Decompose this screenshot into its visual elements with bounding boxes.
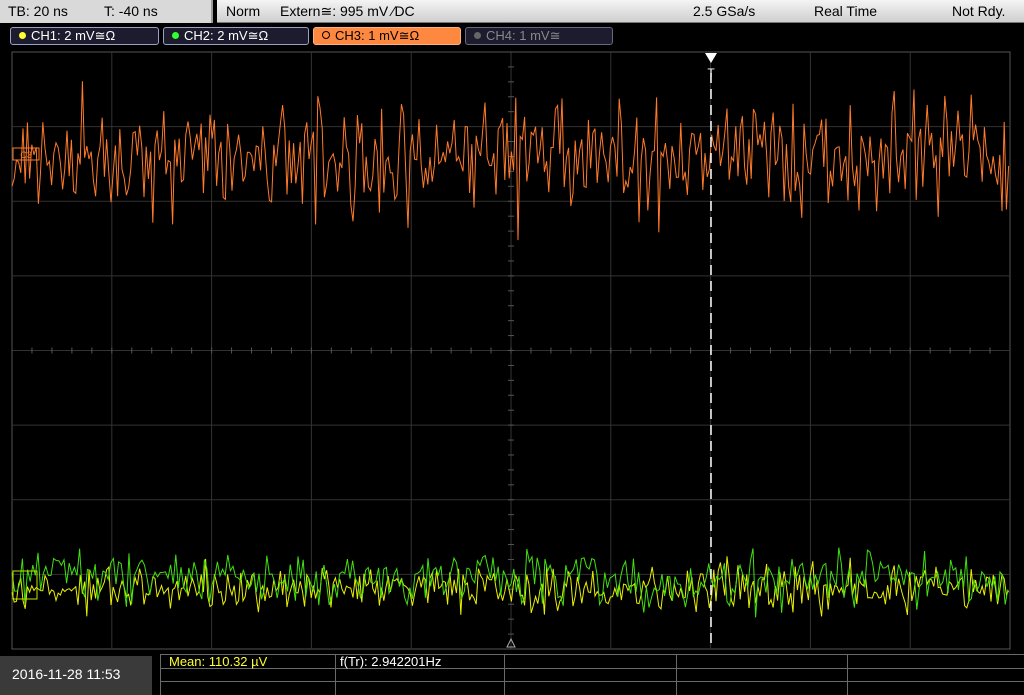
trigger-mode[interactable]: Norm: [226, 0, 260, 23]
channel-tabs: CH1: 2 mV≅Ω CH2: 2 mV≅Ω CH3: 1 mV≅Ω CH4:…: [0, 23, 1024, 49]
trigger-t-icon: T: [707, 66, 715, 80]
meas-divider: [160, 668, 1024, 669]
meas-divider: [160, 654, 161, 695]
meas-divider: [335, 654, 336, 695]
meas-divider: [160, 654, 1024, 655]
trigger-offset-value[interactable]: T: -40 ns: [104, 0, 158, 23]
acquisition-mode[interactable]: Real Time: [814, 0, 877, 23]
timebase-value[interactable]: TB: 20 ns: [8, 0, 68, 23]
mean-measurement[interactable]: Mean: 110.32 µV: [169, 654, 267, 669]
tab-ch3[interactable]: CH3: 1 mV≅Ω: [313, 27, 461, 45]
ch2-label: CH2: 2 mV≅Ω: [184, 28, 269, 43]
trigger-source[interactable]: Extern≅: 995 mV ∕DC: [280, 0, 415, 23]
ch4-label: CH4: 1 mV≅: [486, 28, 561, 43]
ready-status: Not Rdy.: [952, 3, 1006, 19]
ch1-dot-icon: [19, 32, 26, 39]
ch1-label: CH1: 2 mV≅Ω: [31, 28, 116, 43]
ch2-dot-icon: [172, 32, 179, 39]
sample-rate[interactable]: 2.5 GSa/s: [693, 0, 755, 23]
meas-divider: [676, 654, 677, 695]
meas-divider: [504, 654, 505, 695]
frequency-measurement[interactable]: f(Tr): 2.942201Hz: [340, 654, 441, 669]
status-bar: Norm Extern≅: 995 mV ∕DC 2.5 GSa/s Real …: [217, 0, 1024, 23]
ch4-dot-icon: [474, 32, 481, 39]
tab-ch4[interactable]: CH4: 1 mV≅: [465, 27, 613, 45]
meas-divider: [160, 681, 1024, 682]
ch3-marker-label: C3: [20, 150, 32, 160]
meas-divider: [847, 654, 848, 695]
tab-ch1[interactable]: CH1: 2 mV≅Ω: [10, 27, 159, 45]
waveform-display[interactable]: T C3: [0, 49, 1024, 654]
timebase-panel[interactable]: TB: 20 ns T: -40 ns: [0, 0, 213, 23]
ch3-dot-icon: [322, 31, 330, 39]
ch3-label: CH3: 1 mV≅Ω: [335, 28, 420, 43]
tab-ch2[interactable]: CH2: 2 mV≅Ω: [163, 27, 309, 45]
datetime: 2016-11-28 11:53: [0, 656, 152, 695]
measurement-panel[interactable]: Mean: 110.32 µV f(Tr): 2.942201Hz: [160, 654, 1024, 695]
